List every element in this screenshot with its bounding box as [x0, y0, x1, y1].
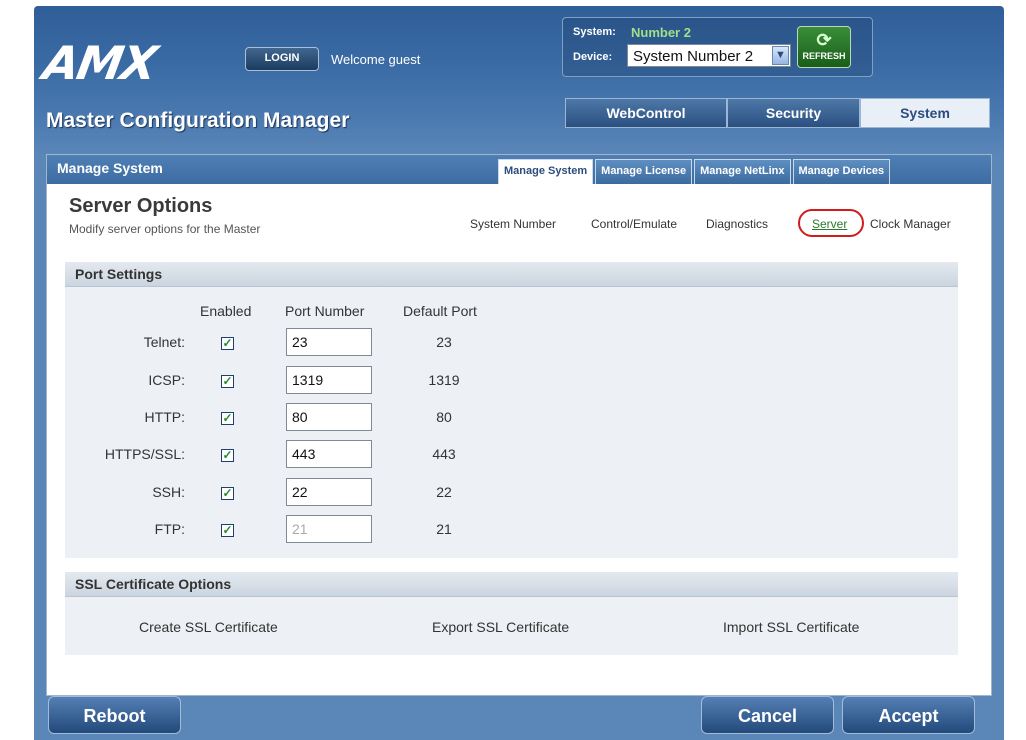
- chevron-down-icon[interactable]: ▼: [772, 46, 789, 65]
- ssh-default-port: 22: [436, 484, 452, 500]
- manage-system-panel: Manage System Manage System Manage Licen…: [46, 154, 992, 696]
- section-header: Port Settings: [65, 262, 958, 287]
- row-label-telnet: Telnet:: [143, 334, 185, 350]
- icsp-default-port: 1319: [428, 372, 460, 388]
- export-ssl-certificate-link[interactable]: Export SSL Certificate: [432, 619, 569, 635]
- panel-header: Manage System Manage System Manage Licen…: [47, 155, 991, 184]
- ssl-section-title: SSL Certificate Options: [75, 576, 232, 592]
- icsp-enabled-checkbox[interactable]: ✓: [221, 375, 234, 388]
- amx-logo: AMX: [39, 36, 160, 90]
- refresh-button[interactable]: ⟳ REFRESH: [797, 26, 851, 68]
- system-device-box: System: Number 2 Device: System Number 2…: [562, 17, 873, 77]
- tab-manage-license[interactable]: Manage License: [595, 159, 693, 184]
- app-window: AMX LOGIN Welcome guest System: Number 2…: [34, 6, 1004, 740]
- row-label-ssh: SSH:: [152, 484, 185, 500]
- row-label-icsp: ICSP:: [148, 372, 185, 388]
- ftp-enabled-checkbox[interactable]: ✓: [221, 524, 234, 537]
- tab-webcontrol[interactable]: WebControl: [565, 98, 727, 128]
- page-title: Server Options: [69, 195, 213, 217]
- ssh-enabled-checkbox[interactable]: ✓: [221, 487, 234, 500]
- accept-button[interactable]: Accept: [842, 696, 975, 734]
- checkmark-icon: ✓: [222, 448, 233, 462]
- telnet-default-port: 23: [436, 334, 452, 350]
- device-label: Device:: [573, 51, 613, 63]
- port-settings-section: Port Settings Enabled Port Number Defaul…: [65, 262, 958, 558]
- row-label-ftp: FTP:: [154, 521, 185, 537]
- panel-title: Manage System: [57, 160, 163, 176]
- https-default-port: 443: [432, 446, 456, 462]
- login-button[interactable]: LOGIN: [245, 47, 319, 71]
- row-label-http: HTTP:: [144, 409, 185, 425]
- tab-manage-system[interactable]: Manage System: [498, 159, 594, 184]
- col-port-number: Port Number: [285, 303, 365, 319]
- nav-clock-manager[interactable]: Clock Manager: [870, 217, 951, 231]
- refresh-label: REFRESH: [802, 51, 846, 61]
- https-port-input[interactable]: 443: [286, 440, 372, 468]
- nav-system-number[interactable]: System Number: [470, 217, 556, 231]
- http-default-port: 80: [436, 409, 452, 425]
- checkmark-icon: ✓: [222, 374, 233, 388]
- col-default-port: Default Port: [403, 303, 477, 319]
- col-enabled: Enabled: [200, 303, 252, 319]
- telnet-port-input[interactable]: 23: [286, 328, 372, 356]
- checkmark-icon: ✓: [222, 523, 233, 537]
- main-tabs: WebControl Security System: [565, 98, 990, 128]
- page-description: Modify server options for the Master: [69, 222, 261, 236]
- system-value: Number 2: [631, 25, 691, 40]
- tab-manage-devices[interactable]: Manage Devices: [792, 159, 891, 184]
- icsp-port-input[interactable]: 1319: [286, 366, 372, 394]
- checkmark-icon: ✓: [222, 411, 233, 425]
- row-label-https: HTTPS/SSL:: [104, 446, 185, 462]
- ssh-port-input[interactable]: 22: [286, 478, 372, 506]
- device-select-value: System Number 2: [633, 48, 754, 65]
- ssl-certificate-section: SSL Certificate Options Create SSL Certi…: [65, 572, 958, 655]
- nav-diagnostics[interactable]: Diagnostics: [706, 217, 768, 231]
- welcome-text: Welcome guest: [331, 52, 421, 67]
- import-ssl-certificate-link[interactable]: Import SSL Certificate: [723, 619, 859, 635]
- telnet-enabled-checkbox[interactable]: ✓: [221, 337, 234, 350]
- checkmark-icon: ✓: [222, 336, 233, 350]
- app-title: Master Configuration Manager: [46, 109, 350, 132]
- create-ssl-certificate-link[interactable]: Create SSL Certificate: [139, 619, 278, 635]
- selected-nav-highlight: [798, 209, 864, 237]
- refresh-icon: ⟳: [816, 30, 832, 50]
- ftp-default-port: 21: [436, 521, 452, 537]
- sub-tabs: Manage System Manage License Manage NetL…: [498, 159, 892, 184]
- http-port-input[interactable]: 80: [286, 403, 372, 431]
- https-enabled-checkbox[interactable]: ✓: [221, 449, 234, 462]
- http-enabled-checkbox[interactable]: ✓: [221, 412, 234, 425]
- system-label: System:: [573, 26, 616, 38]
- checkmark-icon: ✓: [222, 486, 233, 500]
- ftp-port-input[interactable]: 21: [286, 515, 372, 543]
- nav-control-emulate[interactable]: Control/Emulate: [591, 217, 677, 231]
- reboot-button[interactable]: Reboot: [48, 696, 181, 734]
- cancel-button[interactable]: Cancel: [701, 696, 834, 734]
- port-settings-title: Port Settings: [75, 266, 163, 282]
- tab-system[interactable]: System: [860, 98, 990, 128]
- section-header: SSL Certificate Options: [65, 572, 958, 597]
- device-select[interactable]: System Number 2 ▼: [627, 44, 791, 67]
- tab-manage-netlinx[interactable]: Manage NetLinx: [694, 159, 791, 184]
- tab-security[interactable]: Security: [727, 98, 860, 128]
